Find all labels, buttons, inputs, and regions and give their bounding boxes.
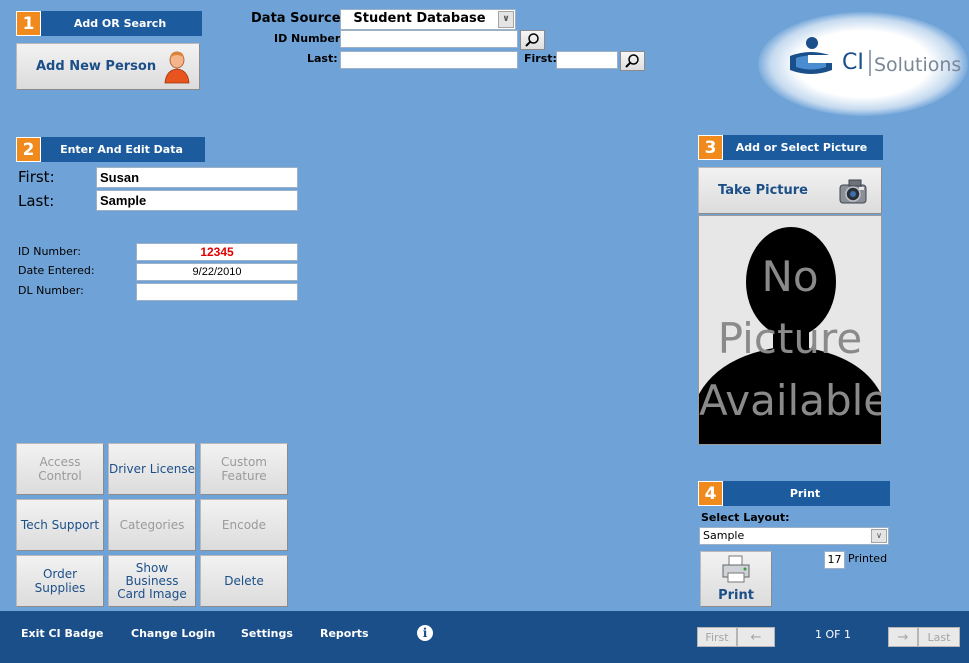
id-number-field[interactable] — [136, 243, 298, 261]
dl-number-field[interactable] — [136, 283, 298, 301]
id-number-label: ID Number: — [18, 245, 81, 258]
encode-button[interactable]: Encode — [200, 499, 288, 551]
arrow-right-icon: → — [897, 629, 909, 645]
info-icon[interactable]: i — [417, 625, 433, 641]
show-business-card-button[interactable]: Show Business Card Image — [108, 555, 196, 607]
data-source-label: Data Source: — [251, 11, 346, 26]
reports-button[interactable]: Reports — [320, 627, 369, 640]
date-entered-field[interactable] — [136, 263, 298, 281]
tech-support-button[interactable]: Tech Support — [16, 499, 104, 551]
logo-ci-text: CI — [842, 50, 864, 75]
delete-button[interactable]: Delete — [200, 555, 288, 607]
take-picture-button[interactable]: Take Picture — [698, 167, 882, 214]
first-name-field[interactable] — [96, 167, 298, 188]
custom-feature-button[interactable]: Custom Feature — [200, 443, 288, 495]
search-id-input[interactable] — [340, 30, 518, 48]
data-source-value: Student Database — [353, 11, 486, 26]
section2-title: Enter And Edit Data — [60, 143, 183, 156]
no-picture-placeholder[interactable]: No Picture Available — [698, 215, 882, 445]
section3-header: Add or Select Picture — [698, 135, 883, 160]
show-business-card-line2: Card Image — [117, 586, 187, 601]
layout-select[interactable]: Sample ∨ — [699, 527, 889, 545]
section2-number: 2 — [16, 137, 41, 162]
record-current: 1 — [815, 628, 822, 641]
search-icon — [625, 54, 639, 68]
section1-title: Add OR Search — [73, 17, 167, 30]
no-picture-text: No Picture Available — [699, 246, 881, 432]
printed-label: Printed — [848, 552, 888, 565]
access-control-button[interactable]: Access Control — [16, 443, 104, 495]
chevron-down-icon[interactable]: ∨ — [498, 11, 514, 28]
last-name-field[interactable] — [96, 190, 298, 211]
order-supplies-button[interactable]: Order Supplies — [16, 555, 104, 607]
layout-value: Sample — [703, 529, 745, 542]
search-icon — [525, 33, 539, 47]
section1-header: Add OR Search — [16, 11, 202, 36]
printer-icon — [722, 555, 750, 583]
section3-number: 3 — [698, 135, 723, 160]
first-record-button[interactable]: First — [697, 627, 737, 647]
print-button[interactable]: Print — [700, 551, 772, 607]
categories-button[interactable]: Categories — [108, 499, 196, 551]
section4-header: Print — [698, 481, 890, 506]
show-business-card-line1: Show Business — [125, 560, 179, 588]
settings-button[interactable]: Settings — [241, 627, 293, 640]
record-total: 1 — [844, 628, 851, 641]
search-first-label: First: — [524, 52, 557, 65]
exit-button[interactable]: Exit CI Badge — [21, 627, 103, 640]
last-record-label: Last — [927, 630, 951, 644]
no-picture-line1: No — [761, 252, 819, 301]
search-last-input[interactable] — [340, 51, 518, 69]
first-name-label: First: — [18, 168, 55, 186]
record-indicator: 1 OF 1 — [815, 628, 851, 641]
logo-mark-icon — [790, 37, 832, 74]
data-source-select[interactable]: Student Database ∨ — [340, 9, 516, 30]
change-login-button[interactable]: Change Login — [131, 627, 215, 640]
search-id-label: ID Number: — [274, 32, 345, 45]
section4-number: 4 — [698, 481, 723, 506]
section2-header: Enter And Edit Data — [16, 137, 205, 162]
record-of: OF — [825, 628, 841, 641]
driver-license-button[interactable]: Driver License — [108, 443, 196, 495]
section1-number: 1 — [16, 11, 41, 36]
search-first-input[interactable] — [556, 51, 618, 69]
bottom-toolbar: Exit CI Badge Change Login Settings Repo… — [0, 611, 969, 663]
no-picture-line2: Picture — [717, 314, 863, 363]
select-layout-label: Select Layout: — [701, 511, 790, 524]
add-new-person-button[interactable]: Add New Person — [16, 43, 200, 90]
next-record-button[interactable]: → — [888, 627, 918, 647]
logo-solutions-text: Solutions — [874, 54, 962, 76]
search-last-label: Last: — [307, 52, 338, 65]
arrow-left-icon: ← — [750, 629, 762, 645]
last-record-button[interactable]: Last — [918, 627, 960, 647]
dl-number-label: DL Number: — [18, 284, 84, 297]
chevron-down-icon[interactable]: ∨ — [871, 529, 887, 543]
search-id-button[interactable] — [520, 30, 545, 50]
search-name-button[interactable] — [620, 51, 645, 71]
ci-solutions-logo: CI Solutions — [758, 12, 968, 116]
first-record-label: First — [705, 630, 729, 644]
logo-divider — [869, 50, 871, 76]
date-entered-label: Date Entered: — [18, 264, 95, 277]
last-name-label: Last: — [18, 192, 55, 210]
printed-count: 17 — [824, 551, 845, 569]
section4-title: Print — [789, 487, 821, 500]
previous-record-button[interactable]: ← — [737, 627, 775, 647]
add-new-person-label: Add New Person — [36, 59, 157, 74]
no-picture-line3: Available — [699, 376, 882, 425]
section3-title: Add or Select Picture — [735, 141, 868, 154]
take-picture-label: Take Picture — [718, 183, 808, 198]
print-label: Print — [718, 588, 754, 603]
camera-icon — [839, 179, 867, 204]
person-icon — [164, 51, 190, 84]
